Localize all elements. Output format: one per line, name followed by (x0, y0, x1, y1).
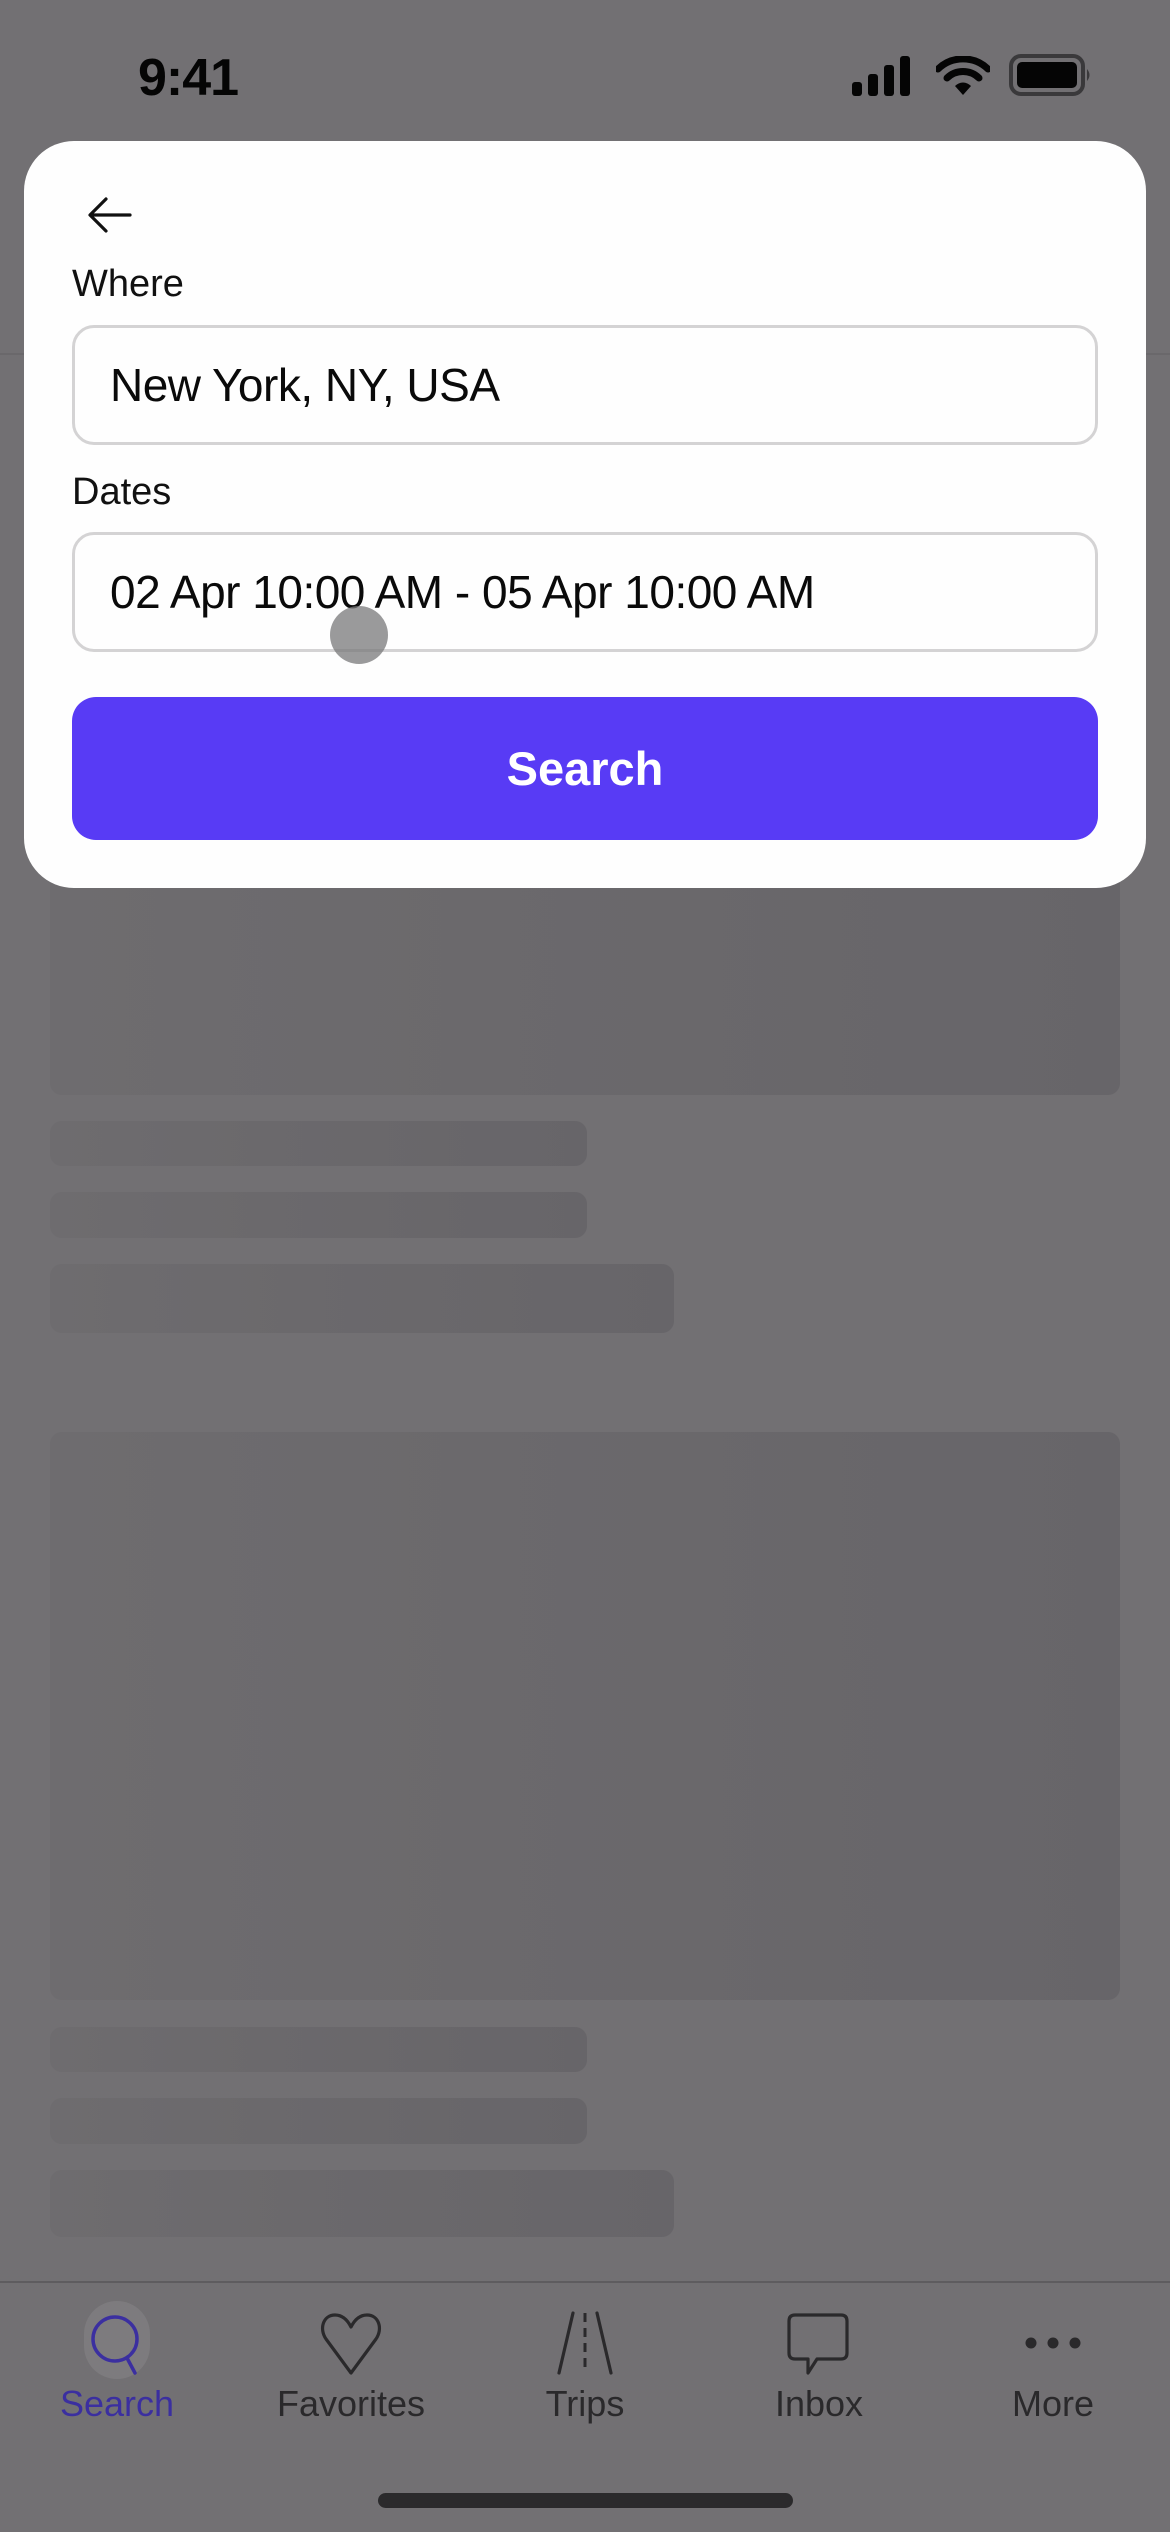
more-dots-icon (1025, 2337, 1081, 2349)
battery-icon (1009, 54, 1090, 96)
dates-input[interactable]: 02 Apr 10:00 AM - 05 Apr 10:00 AM (72, 532, 1098, 652)
tab-search[interactable]: Search (0, 2283, 234, 2443)
skeleton-line (50, 1121, 587, 1166)
search-icon (91, 2315, 139, 2375)
tab-bar: Search Favorites Trips Inbox More (0, 2283, 1170, 2463)
cellular-signal-icon (852, 56, 910, 96)
heart-icon (321, 2313, 381, 2375)
arrow-left-icon (88, 197, 132, 233)
status-time: 9:41 (138, 49, 239, 107)
search-button[interactable]: Search (72, 697, 1098, 840)
skeleton-card-image (50, 860, 1120, 1095)
skeleton-line (50, 2027, 587, 2072)
tab-inbox[interactable]: Inbox (702, 2283, 936, 2443)
chat-bubble-icon (787, 2313, 849, 2375)
where-input[interactable]: New York, NY, USA (72, 325, 1098, 445)
where-input-value: New York, NY, USA (110, 359, 500, 411)
wifi-icon (936, 56, 990, 95)
touch-indicator (330, 606, 388, 664)
tab-label: Inbox (774, 2383, 864, 2424)
tab-label: Trips (545, 2383, 625, 2424)
skeleton-line (50, 2170, 674, 2237)
skeleton-card-image (50, 1432, 1120, 2000)
home-indicator[interactable] (378, 2493, 793, 2508)
skeleton-line (50, 1264, 674, 1333)
back-button[interactable] (80, 185, 140, 245)
skeleton-line (50, 1192, 587, 1238)
road-icon (557, 2311, 613, 2375)
search-modal: Where New York, NY, USA Dates 02 Apr 10:… (24, 141, 1146, 888)
dates-input-value: 02 Apr 10:00 AM - 05 Apr 10:00 AM (110, 566, 815, 618)
where-label: Where (72, 263, 184, 305)
tab-favorites[interactable]: Favorites (234, 2283, 468, 2443)
tab-label: More (1011, 2383, 1095, 2424)
skeleton-line (50, 2098, 587, 2144)
dates-label: Dates (72, 471, 172, 513)
tab-label: Search (59, 2383, 175, 2424)
tab-trips[interactable]: Trips (468, 2283, 702, 2443)
tab-more[interactable]: More (936, 2283, 1170, 2443)
tab-label: Favorites (276, 2383, 426, 2424)
